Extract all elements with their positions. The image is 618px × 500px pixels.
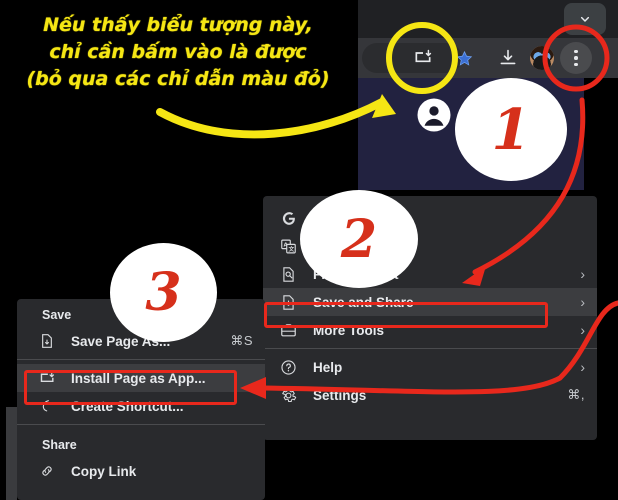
submenu-item-save-page-as[interactable]: Save Page As... ⌘S bbox=[17, 327, 265, 355]
more-tools-icon bbox=[277, 322, 299, 339]
install-page-as-app-icon[interactable] bbox=[410, 45, 436, 71]
menu-divider bbox=[263, 348, 597, 349]
save-and-share-submenu: Save Save Page As... ⌘S Install Page as … bbox=[17, 299, 265, 500]
google-g-icon bbox=[277, 210, 299, 227]
translate-icon: A 文 bbox=[277, 238, 299, 255]
menu-item-find-and-edit[interactable]: Find and Edit › bbox=[263, 260, 597, 288]
three-dot-menu-button[interactable] bbox=[560, 42, 592, 74]
menu-row-clipped bbox=[263, 196, 597, 204]
find-edit-icon bbox=[277, 266, 299, 283]
dot-icon bbox=[574, 49, 578, 54]
link-icon bbox=[37, 463, 57, 479]
chevron-right-icon: › bbox=[580, 322, 585, 338]
save-page-icon bbox=[37, 333, 57, 349]
vn-line-1: Nếu thấy biểu tượng này, bbox=[43, 14, 313, 36]
submenu-section-save: Save bbox=[42, 308, 72, 322]
menu-item-label: Save and Share bbox=[313, 294, 414, 310]
chevron-down-icon bbox=[580, 16, 590, 22]
submenu-item-label: Create Shortcut... bbox=[71, 398, 184, 414]
menu-item-label: Settings bbox=[313, 387, 367, 403]
save-share-icon bbox=[277, 294, 299, 311]
menu-item-shortcut: ⌘, bbox=[567, 387, 585, 402]
avatar-image bbox=[530, 46, 554, 70]
vietnamese-instruction-text: Nếu thấy biểu tượng này, chỉ cần bấm vào… bbox=[0, 12, 356, 93]
menu-item-label: Help bbox=[313, 359, 343, 375]
settings-gear-icon bbox=[277, 387, 299, 404]
chevron-right-icon: › bbox=[580, 294, 585, 310]
submenu-item-label: Copy Link bbox=[71, 463, 137, 479]
dot-icon bbox=[574, 56, 578, 60]
yellow-arrow-line bbox=[156, 98, 386, 139]
account-circle-icon[interactable] bbox=[416, 97, 452, 133]
menu-item-more-tools[interactable]: More Tools › bbox=[263, 316, 597, 344]
menu-item-help[interactable]: Help › bbox=[263, 353, 597, 381]
install-app-icon bbox=[37, 370, 57, 387]
vn-line-2: chỉ cần bấm vào là được bbox=[49, 40, 307, 63]
submenu-item-label: Save Page As... bbox=[71, 333, 171, 349]
profile-avatar[interactable] bbox=[530, 46, 554, 70]
menu-item-google[interactable]: e with Google... bbox=[263, 204, 597, 232]
submenu-item-create-shortcut[interactable]: Create Shortcut... bbox=[17, 392, 265, 420]
menu-item-save-and-share[interactable]: Save and Share › bbox=[263, 288, 597, 316]
dot-icon bbox=[574, 62, 578, 67]
chrome-main-menu: e with Google... A 文 Find and Edit › Sav… bbox=[263, 196, 597, 440]
submenu-item-install-page-as-app[interactable]: Install Page as App... bbox=[17, 364, 265, 392]
shortcut-icon bbox=[37, 398, 57, 414]
chevron-down-button[interactable] bbox=[564, 3, 606, 35]
menu-item-translate[interactable]: A 文 bbox=[263, 232, 597, 260]
chevron-right-icon: › bbox=[580, 266, 585, 282]
submenu-item-copy-link[interactable]: Copy Link bbox=[17, 457, 265, 485]
download-icon[interactable] bbox=[495, 45, 521, 71]
browser-top-bar bbox=[358, 0, 618, 38]
chevron-right-icon: › bbox=[580, 359, 585, 375]
submenu-shadow bbox=[6, 407, 17, 500]
submenu-section-share: Share bbox=[42, 438, 77, 452]
help-icon bbox=[277, 359, 299, 376]
submenu-divider bbox=[17, 359, 265, 360]
submenu-item-label: Install Page as App... bbox=[71, 370, 206, 386]
page-content-area bbox=[358, 78, 584, 190]
menu-item-label: e with Google... bbox=[313, 210, 413, 226]
menu-item-label: More Tools bbox=[313, 322, 385, 338]
vn-line-3: (bỏ qua các chỉ dẫn màu đỏ) bbox=[26, 67, 330, 90]
menu-item-settings[interactable]: Settings ⌘, bbox=[263, 381, 597, 409]
submenu-divider bbox=[17, 424, 265, 425]
submenu-item-shortcut: ⌘S bbox=[230, 333, 253, 348]
bookmark-star-icon[interactable] bbox=[451, 45, 477, 71]
menu-item-label: Find and Edit bbox=[313, 266, 399, 282]
